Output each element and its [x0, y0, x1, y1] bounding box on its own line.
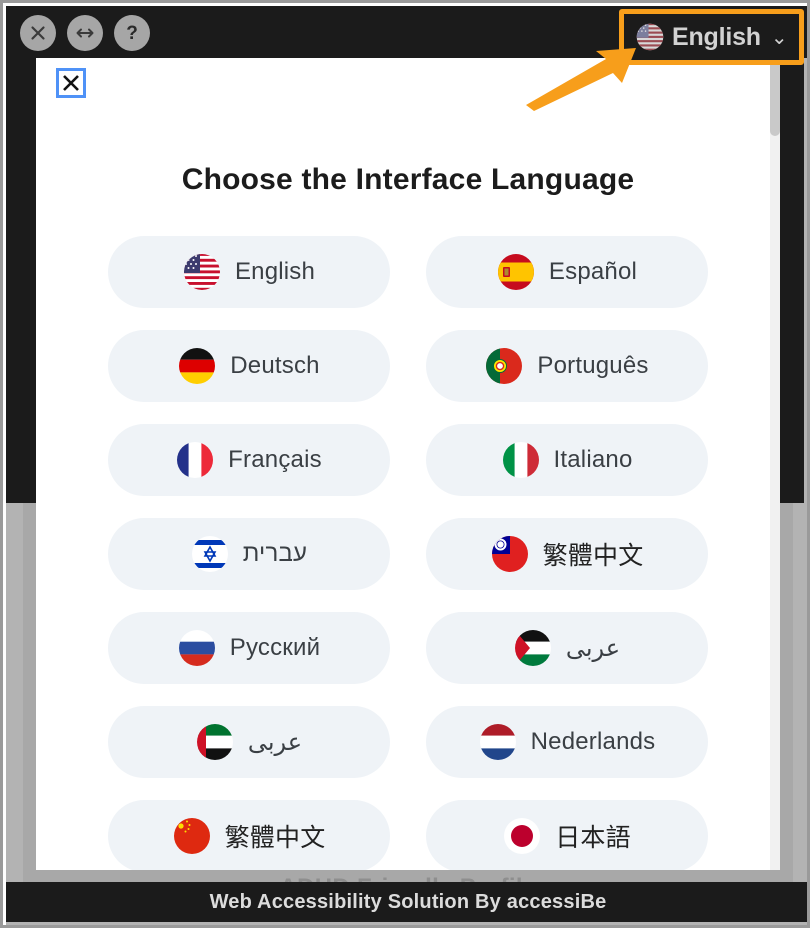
flag-ps-icon: [514, 630, 551, 666]
language-selector-highlight: English ⌄: [619, 9, 804, 65]
language-option-label: Nederlands: [530, 728, 656, 755]
language-option-portugues[interactable]: Português: [426, 330, 708, 402]
footer-bar: Web Accessibility Solution By accessiBe: [6, 882, 807, 922]
language-selector-label: English: [672, 22, 761, 51]
language-option-francais[interactable]: Français: [108, 424, 390, 496]
flag-nl-icon: [479, 724, 516, 760]
help-button[interactable]: ?: [114, 15, 150, 51]
chevron-down-icon: ⌄: [770, 26, 788, 49]
flag-cn-icon: [173, 818, 210, 854]
flag-es-icon: [497, 254, 534, 290]
dialog-scrollbar-track[interactable]: [770, 58, 780, 870]
language-option-label: עברית: [242, 540, 308, 567]
flag-de-icon: [179, 348, 216, 384]
language-option-label: Italiano: [553, 446, 633, 473]
language-option-hebrew[interactable]: עברית: [108, 518, 390, 590]
language-option-label: Deutsch: [230, 352, 320, 379]
resize-horizontal-icon: [76, 28, 94, 38]
flag-fr-icon: [177, 442, 214, 478]
language-option-arabic-ps[interactable]: عربى: [426, 612, 708, 684]
language-option-japanese[interactable]: 日本語: [426, 800, 708, 870]
language-option-label: 繁體中文: [224, 824, 326, 852]
language-option-label: عربى: [247, 728, 303, 756]
language-option-chinese-traditional-tw[interactable]: 繁體中文: [426, 518, 708, 590]
language-option-chinese-traditional-cn[interactable]: 繁體中文: [108, 800, 390, 870]
flag-it-icon: [502, 442, 539, 478]
topbar-icon-group: ?: [20, 15, 150, 51]
page-title: Choose the Interface Language: [181, 163, 635, 196]
language-option-deutsch[interactable]: Deutsch: [108, 330, 390, 402]
question-mark-icon: ?: [126, 22, 138, 44]
flag-pt-icon: [486, 348, 523, 384]
widget-topbar: ? English ⌄: [6, 6, 807, 65]
language-option-english[interactable]: English: [108, 236, 390, 308]
dialog-scrollbar-thumb[interactable]: [770, 58, 780, 136]
language-selector[interactable]: English ⌄: [626, 16, 797, 58]
close-button[interactable]: [20, 15, 56, 51]
language-option-arabic-ae[interactable]: عربى: [108, 706, 390, 778]
flag-us-icon: [183, 254, 220, 290]
language-option-label: Français: [228, 446, 322, 473]
flag-tw-icon: [491, 536, 528, 572]
language-option-italiano[interactable]: Italiano: [426, 424, 708, 496]
widget-rail-left: [6, 58, 39, 503]
language-option-label: English: [234, 258, 316, 285]
flag-ae-icon: [196, 724, 233, 760]
flag-ru-icon: [178, 630, 215, 666]
language-option-label: عربى: [565, 634, 621, 662]
dialog-close-button[interactable]: [56, 68, 86, 98]
language-grid: English Español Deutsch Português França…: [108, 236, 708, 870]
language-option-espanol[interactable]: Español: [426, 236, 708, 308]
flag-us-icon: [636, 23, 664, 51]
language-option-label: 繁體中文: [542, 542, 644, 570]
screenshot-frame: ADHD Friendly Profile Choose the Interfa…: [0, 0, 810, 928]
language-option-label: 日本語: [555, 824, 631, 852]
language-option-label: Português: [537, 352, 649, 379]
language-option-label: Español: [548, 258, 638, 285]
language-option-russian[interactable]: Русский: [108, 612, 390, 684]
language-dialog: Choose the Interface Language English Es…: [36, 58, 780, 870]
flag-il-icon: [191, 536, 228, 572]
language-option-nederlands[interactable]: Nederlands: [426, 706, 708, 778]
resize-button[interactable]: [67, 15, 103, 51]
flag-jp-icon: [504, 818, 541, 854]
language-option-label: Русский: [229, 634, 321, 661]
footer-label: Web Accessibility Solution By accessiBe: [209, 890, 607, 913]
close-icon: [31, 26, 45, 40]
